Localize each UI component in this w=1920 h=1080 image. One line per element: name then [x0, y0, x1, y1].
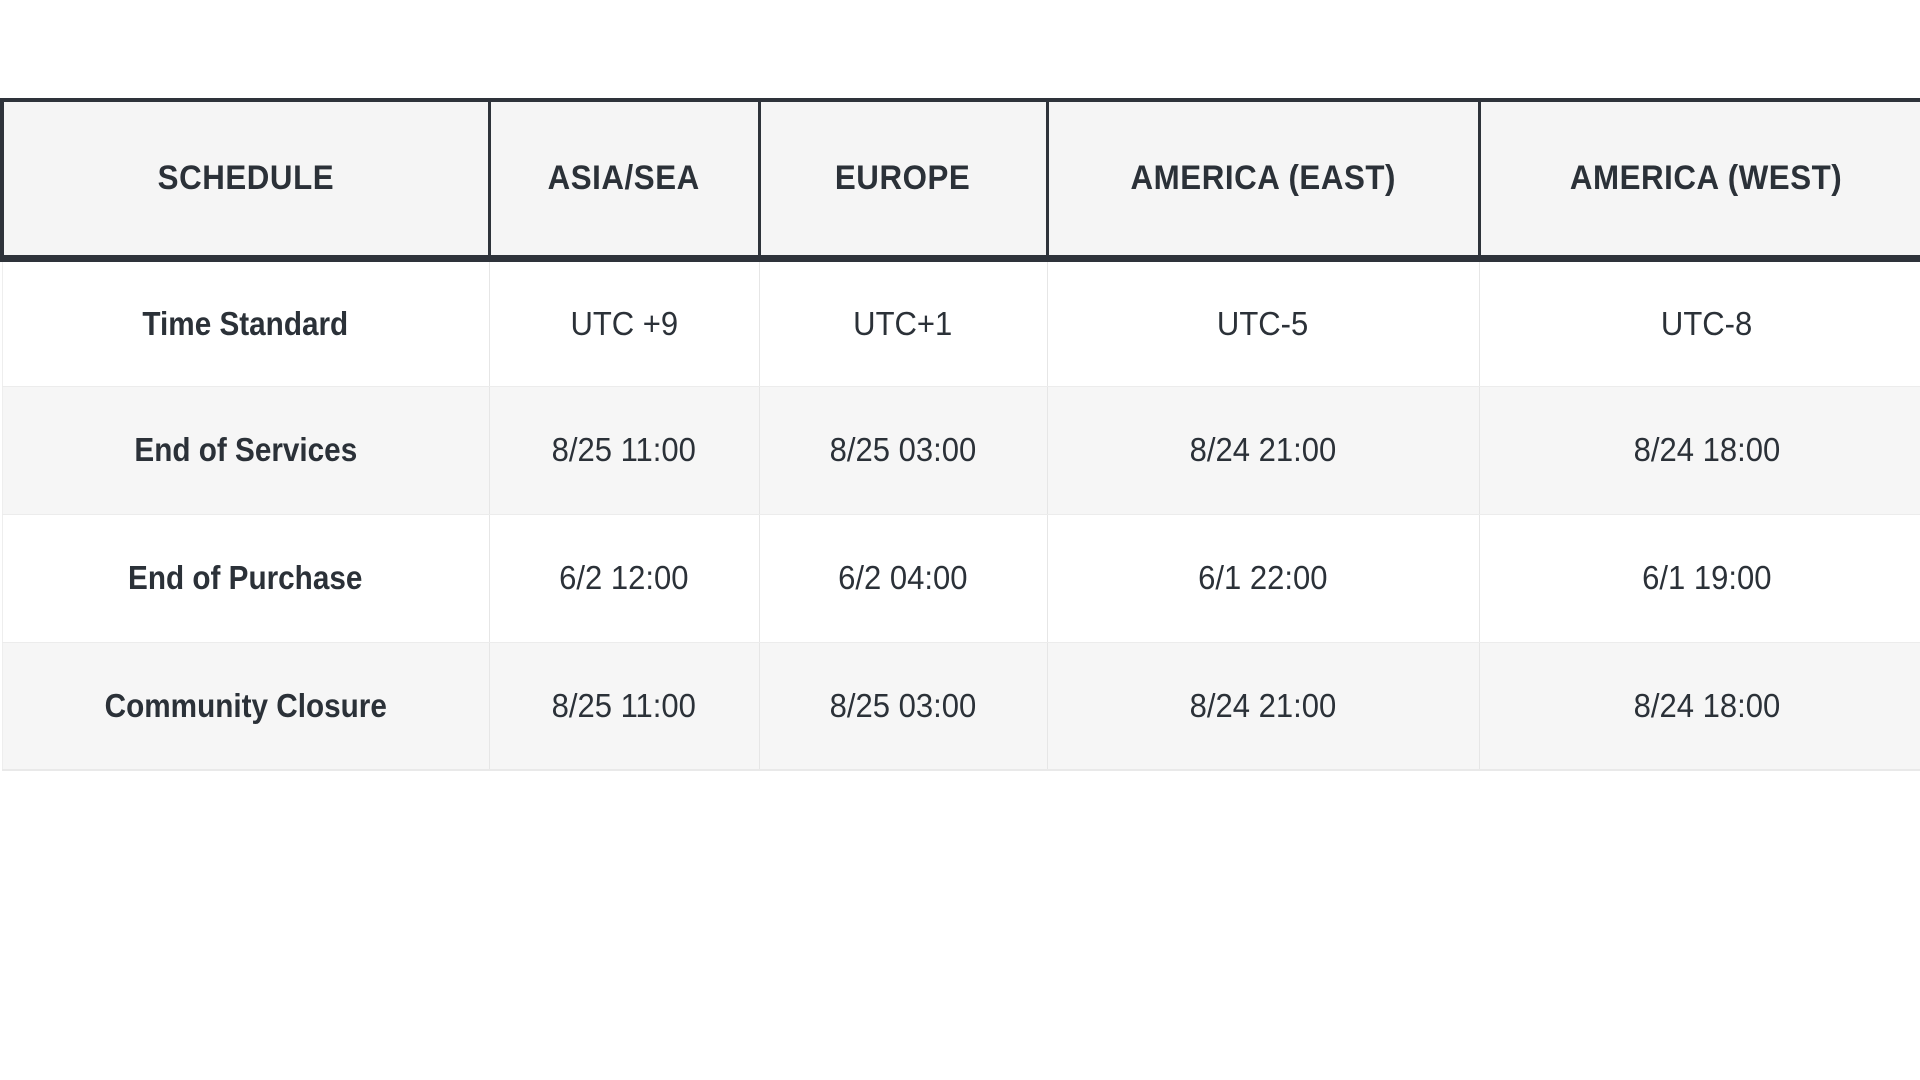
column-header-schedule-label: SCHEDULE: [157, 158, 334, 197]
column-header-asia-sea: ASIA/SEA: [487, 98, 761, 262]
cell-time-standard-america-west: UTC-8: [1478, 258, 1920, 387]
cell-end-of-services-america-east: 8/24 21:00: [1046, 386, 1480, 515]
cell-end-of-purchase-asia-sea: 6/2 12:00: [488, 514, 760, 643]
cell-text: Time Standard: [142, 304, 349, 342]
row-label-community-closure: Community Closure: [1, 642, 490, 771]
cell-time-standard-europe: UTC+1: [758, 258, 1048, 387]
cell-text: UTC-8: [1660, 304, 1753, 342]
column-header-europe: EUROPE: [757, 98, 1049, 262]
cell-text: UTC-5: [1217, 304, 1309, 342]
column-header-america-east: AMERICA (EAST): [1045, 98, 1481, 262]
cell-community-closure-america-west: 8/24 18:00: [1478, 642, 1920, 771]
cell-end-of-services-asia-sea: 8/25 11:00: [488, 386, 760, 515]
cell-text: UTC +9: [570, 304, 678, 342]
table-header: SCHEDULE ASIA/SEA EUROPE AMERICA (EAST) …: [0, 98, 1920, 262]
cell-text: End of Purchase: [128, 559, 363, 596]
schedule-table: SCHEDULE ASIA/SEA EUROPE AMERICA (EAST) …: [0, 98, 1920, 771]
cell-text: 8/24 18:00: [1633, 686, 1780, 724]
cell-text: UTC+1: [853, 304, 953, 342]
cell-text: 8/25 11:00: [551, 431, 697, 468]
cell-text: 8/25 03:00: [829, 686, 977, 724]
schedule-table-container: SCHEDULE ASIA/SEA EUROPE AMERICA (EAST) …: [0, 98, 1920, 771]
table-body: Time Standard UTC +9 UTC+1 UTC-5 UTC-8 E…: [1, 258, 1920, 771]
cell-text: 8/24 21:00: [1189, 431, 1337, 468]
cell-text: 8/24 21:00: [1189, 686, 1337, 724]
cell-end-of-services-europe: 8/25 03:00: [758, 386, 1048, 515]
row-label-end-of-services: End of Services: [1, 386, 490, 515]
column-header-europe-label: EUROPE: [835, 158, 971, 197]
cell-text: 8/25 03:00: [829, 431, 977, 468]
cell-end-of-purchase-america-west: 6/1 19:00: [1478, 514, 1920, 643]
cell-text: 8/24 18:00: [1633, 431, 1780, 468]
column-header-america-east-label: AMERICA (EAST): [1130, 158, 1396, 197]
cell-end-of-services-america-west: 8/24 18:00: [1478, 386, 1920, 515]
cell-text: Community Closure: [104, 686, 387, 724]
cell-time-standard-america-east: UTC-5: [1046, 258, 1480, 387]
cell-text: 6/1 22:00: [1198, 559, 1328, 596]
page-root: SCHEDULE ASIA/SEA EUROPE AMERICA (EAST) …: [0, 0, 1920, 1080]
cell-time-standard-asia-sea: UTC +9: [488, 258, 760, 387]
cell-community-closure-asia-sea: 8/25 11:00: [488, 642, 760, 771]
cell-text: 6/2 04:00: [838, 559, 968, 596]
cell-community-closure-america-east: 8/24 21:00: [1046, 642, 1480, 771]
cell-community-closure-europe: 8/25 03:00: [758, 642, 1048, 771]
cell-end-of-purchase-america-east: 6/1 22:00: [1046, 514, 1480, 643]
table-row: Time Standard UTC +9 UTC+1 UTC-5 UTC-8: [1, 258, 1920, 387]
cell-text: 6/2 12:00: [559, 559, 689, 596]
row-label-time-standard: Time Standard: [1, 258, 490, 387]
column-header-schedule: SCHEDULE: [0, 98, 491, 262]
column-header-america-west: AMERICA (WEST): [1477, 98, 1920, 262]
row-label-end-of-purchase: End of Purchase: [1, 514, 490, 643]
table-row: End of Purchase 6/2 12:00 6/2 04:00 6/1 …: [1, 514, 1920, 643]
column-header-asia-sea-label: ASIA/SEA: [547, 158, 701, 197]
table-row: Community Closure 8/25 11:00 8/25 03:00 …: [1, 642, 1920, 771]
cell-text: 6/1 19:00: [1641, 559, 1772, 596]
cell-text: End of Services: [134, 431, 357, 468]
cell-end-of-purchase-europe: 6/2 04:00: [758, 514, 1048, 643]
table-header-row: SCHEDULE ASIA/SEA EUROPE AMERICA (EAST) …: [0, 98, 1920, 262]
cell-text: 8/25 11:00: [551, 686, 697, 724]
table-row: End of Services 8/25 11:00 8/25 03:00 8/…: [1, 386, 1920, 515]
column-header-america-west-label: AMERICA (WEST): [1570, 158, 1843, 197]
